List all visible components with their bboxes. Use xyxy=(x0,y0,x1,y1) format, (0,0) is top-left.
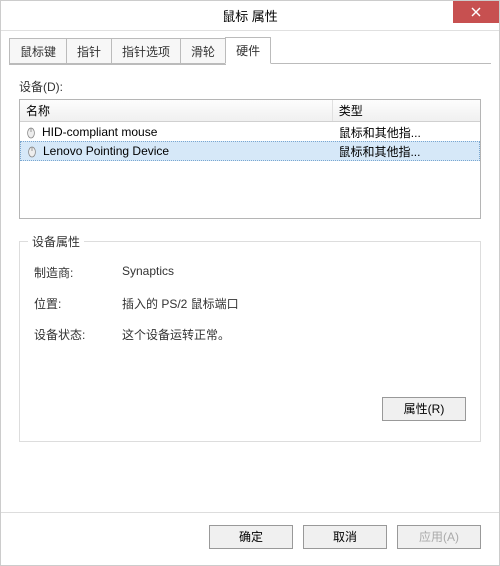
mouse-properties-window: 鼠标 属性 鼠标键 指针 指针选项 滑轮 硬件 设备(D): 名称 类型 xyxy=(0,0,500,566)
device-type: 鼠标和其他指... xyxy=(333,124,480,141)
table-header: 名称 类型 xyxy=(20,100,480,122)
column-header-type[interactable]: 类型 xyxy=(333,100,480,121)
manufacturer-value: Synaptics xyxy=(122,264,466,281)
status-label: 设备状态: xyxy=(34,326,122,343)
device-table: 名称 类型 HID-compliant mouse 鼠标和其他指... xyxy=(19,99,481,219)
group-title: 设备属性 xyxy=(28,233,84,250)
tab-buttons[interactable]: 鼠标键 xyxy=(9,38,67,65)
cancel-button[interactable]: 取消 xyxy=(303,525,387,549)
tab-hardware[interactable]: 硬件 xyxy=(225,37,271,64)
device-properties-button[interactable]: 属性(R) xyxy=(382,397,466,421)
manufacturer-label: 制造商: xyxy=(34,264,122,281)
close-button[interactable] xyxy=(453,1,499,23)
table-body: HID-compliant mouse 鼠标和其他指... Lenovo Poi… xyxy=(20,122,480,218)
location-value: 插入的 PS/2 鼠标端口 xyxy=(122,295,466,312)
device-name: Lenovo Pointing Device xyxy=(43,144,169,158)
device-type: 鼠标和其他指... xyxy=(332,143,479,160)
status-row: 设备状态: 这个设备运转正常。 xyxy=(34,326,466,343)
ok-button[interactable]: 确定 xyxy=(209,525,293,549)
tab-pointer-options[interactable]: 指针选项 xyxy=(111,38,181,65)
apply-button: 应用(A) xyxy=(397,525,481,549)
tab-bar: 鼠标键 指针 指针选项 滑轮 硬件 xyxy=(1,31,499,64)
manufacturer-row: 制造商: Synaptics xyxy=(34,264,466,281)
devices-label: 设备(D): xyxy=(19,78,481,95)
table-row[interactable]: Lenovo Pointing Device 鼠标和其他指... xyxy=(20,141,480,161)
device-properties-group: 设备属性 制造商: Synaptics 位置: 插入的 PS/2 鼠标端口 设备… xyxy=(19,241,481,442)
mouse-icon xyxy=(25,144,39,158)
tab-content-hardware: 设备(D): 名称 类型 HID-compliant mouse 鼠标和其他指.… xyxy=(1,64,499,512)
titlebar: 鼠标 属性 xyxy=(1,1,499,31)
status-value: 这个设备运转正常。 xyxy=(122,326,466,343)
dialog-button-bar: 确定 取消 应用(A) xyxy=(1,512,499,565)
tab-wheel[interactable]: 滑轮 xyxy=(180,38,226,65)
location-label: 位置: xyxy=(34,295,122,312)
window-title: 鼠标 属性 xyxy=(1,6,499,25)
tab-pointers[interactable]: 指针 xyxy=(66,38,112,65)
mouse-icon xyxy=(24,125,38,139)
device-name-cell: Lenovo Pointing Device xyxy=(21,144,332,158)
location-row: 位置: 插入的 PS/2 鼠标端口 xyxy=(34,295,466,312)
table-row[interactable]: HID-compliant mouse 鼠标和其他指... xyxy=(20,122,480,142)
device-name: HID-compliant mouse xyxy=(42,125,157,139)
close-icon xyxy=(471,7,481,17)
column-header-name[interactable]: 名称 xyxy=(20,100,333,121)
device-name-cell: HID-compliant mouse xyxy=(20,125,333,139)
